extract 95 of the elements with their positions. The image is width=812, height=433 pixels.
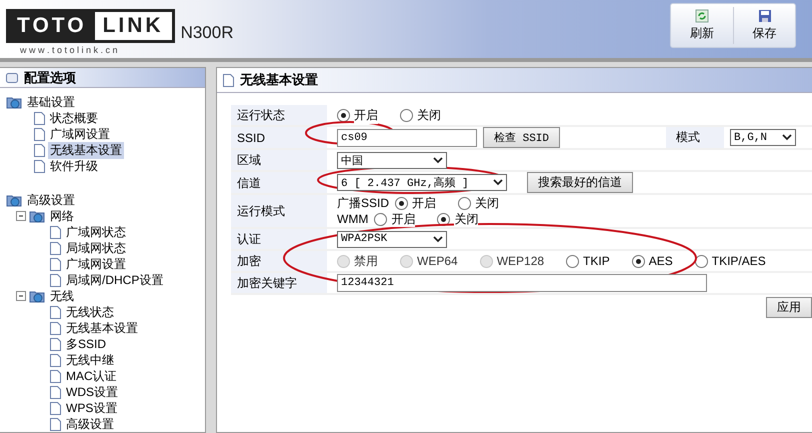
toolbar-button[interactable]: 刷新 bbox=[671, 7, 733, 44]
page-icon bbox=[50, 322, 61, 334]
tree-item[interactable]: 状态概要 bbox=[48, 110, 100, 126]
radio-button[interactable] bbox=[632, 254, 645, 268]
radio-label: 开启 bbox=[412, 195, 436, 211]
refresh-icon bbox=[695, 9, 709, 23]
tree-item[interactable]: 无线状态 bbox=[64, 304, 116, 320]
field-label: 加密 bbox=[237, 253, 261, 269]
option-label: 广播SSID bbox=[337, 195, 390, 211]
tree-item[interactable]: 广域网设置 bbox=[64, 256, 128, 272]
radio-button[interactable] bbox=[395, 196, 408, 210]
tree-item[interactable]: 高级设置 bbox=[64, 416, 116, 432]
tree-item[interactable]: 无线基本设置 bbox=[48, 142, 124, 158]
page-icon bbox=[223, 74, 234, 86]
radio-label: 开启 bbox=[391, 211, 416, 227]
page-icon bbox=[50, 242, 61, 254]
tree-item[interactable]: 无线基本设置 bbox=[64, 320, 140, 336]
toolbar-button[interactable]: 保存 bbox=[733, 7, 795, 44]
tree-item[interactable]: 网络 bbox=[48, 208, 76, 224]
dropdown-select[interactable]: 中国 bbox=[337, 152, 447, 168]
page-icon bbox=[50, 418, 61, 430]
page-icon bbox=[50, 306, 61, 318]
page-icon bbox=[34, 128, 45, 140]
field-label: 信道 bbox=[237, 174, 261, 190]
page-icon bbox=[50, 338, 61, 350]
tree-item[interactable]: MAC认证 bbox=[64, 368, 119, 384]
check-ssid-button[interactable]: 检查 SSID bbox=[483, 127, 560, 148]
field-label: 区域 bbox=[237, 152, 261, 168]
radio-button[interactable] bbox=[337, 108, 350, 122]
radio-button[interactable] bbox=[458, 196, 472, 210]
radio-label: 关闭 bbox=[475, 195, 500, 211]
dropdown-caret-icon bbox=[433, 156, 443, 164]
radio-label: AES bbox=[648, 254, 673, 268]
website-url: w w w . t o t o l i n k . c n bbox=[19, 45, 119, 55]
dropdown-caret-icon bbox=[782, 134, 792, 141]
field-label: 加密关键字 bbox=[237, 275, 297, 291]
page-icon bbox=[50, 386, 61, 398]
radio-button[interactable] bbox=[374, 212, 388, 226]
save-icon bbox=[758, 9, 772, 23]
tree-item[interactable]: WPS设置 bbox=[64, 400, 120, 416]
page-icon bbox=[34, 112, 45, 124]
tree-item[interactable]: 多SSID bbox=[64, 336, 108, 352]
dropdown-select[interactable]: WPA2PSK bbox=[337, 230, 447, 248]
radio-label: 关闭 bbox=[417, 106, 441, 124]
ssid-field[interactable]: cs09 bbox=[337, 128, 477, 146]
key-field[interactable]: 12344321 bbox=[337, 274, 707, 292]
field-label: 运行状态 bbox=[237, 107, 285, 123]
field-label: 认证 bbox=[237, 231, 261, 247]
radio-label: TKIP bbox=[583, 254, 610, 268]
folder-globe-icon bbox=[6, 95, 22, 109]
logo: TOTO LINK bbox=[6, 9, 175, 43]
tree-item[interactable]: 无线中继 bbox=[64, 352, 116, 368]
channel-select[interactable]: 6 [ 2.437 GHz,高频 ] bbox=[337, 174, 507, 191]
panel-title: 配置选项 bbox=[24, 68, 76, 86]
radio-button[interactable] bbox=[400, 108, 413, 122]
page-icon bbox=[50, 402, 61, 414]
tree-item[interactable]: 局域网/DHCP设置 bbox=[64, 272, 166, 288]
radio-label: TKIP/AES bbox=[712, 254, 766, 268]
radio-label: WEP128 bbox=[496, 254, 544, 268]
page-icon bbox=[50, 258, 61, 270]
folder-globe-icon bbox=[29, 289, 45, 303]
folder-globe-icon bbox=[6, 193, 22, 207]
page-icon bbox=[34, 144, 45, 156]
tree-item[interactable]: WDS设置 bbox=[64, 384, 120, 400]
radio-button[interactable] bbox=[566, 254, 580, 268]
radio-label: 开启 bbox=[354, 106, 378, 124]
tree-item[interactable]: 广域网状态 bbox=[64, 224, 128, 240]
tree-item[interactable]: 软件升级 bbox=[48, 158, 100, 174]
field-label: SSID bbox=[237, 130, 266, 146]
page-icon bbox=[50, 370, 61, 382]
dropdown-caret-icon bbox=[493, 179, 503, 186]
panel-title: 无线基本设置 bbox=[240, 71, 318, 89]
field-label: 模式 bbox=[666, 127, 724, 148]
radio-label: 关闭 bbox=[454, 211, 478, 227]
tree-item[interactable]: 广域网设置 bbox=[48, 126, 112, 142]
radio-label: 禁用 bbox=[354, 252, 378, 270]
tree-item[interactable]: 高级设置 bbox=[25, 192, 77, 208]
page-icon bbox=[50, 226, 61, 238]
search-channel-button[interactable]: 搜索最好的信道 bbox=[527, 172, 633, 193]
tree-item[interactable]: 基础设置 bbox=[25, 94, 77, 110]
tree-item[interactable]: 无线 bbox=[48, 288, 76, 304]
model-name: N300R bbox=[180, 23, 234, 43]
collapse-toggle-icon[interactable] bbox=[16, 211, 26, 221]
page-icon bbox=[50, 274, 61, 286]
field-label: 运行模式 bbox=[237, 203, 285, 219]
apply-button[interactable]: 应用 bbox=[766, 297, 812, 318]
dropdown-caret-icon bbox=[433, 236, 443, 242]
radio-label: WEP64 bbox=[417, 254, 458, 268]
tree-item[interactable]: 局域网状态 bbox=[64, 240, 128, 256]
collapse-toggle-icon[interactable] bbox=[16, 291, 26, 301]
page-icon bbox=[50, 354, 61, 366]
folder-globe-icon bbox=[29, 209, 45, 223]
panel-icon bbox=[6, 72, 18, 82]
mode-select[interactable]: B,G,N bbox=[730, 129, 796, 146]
page-icon bbox=[34, 160, 45, 172]
